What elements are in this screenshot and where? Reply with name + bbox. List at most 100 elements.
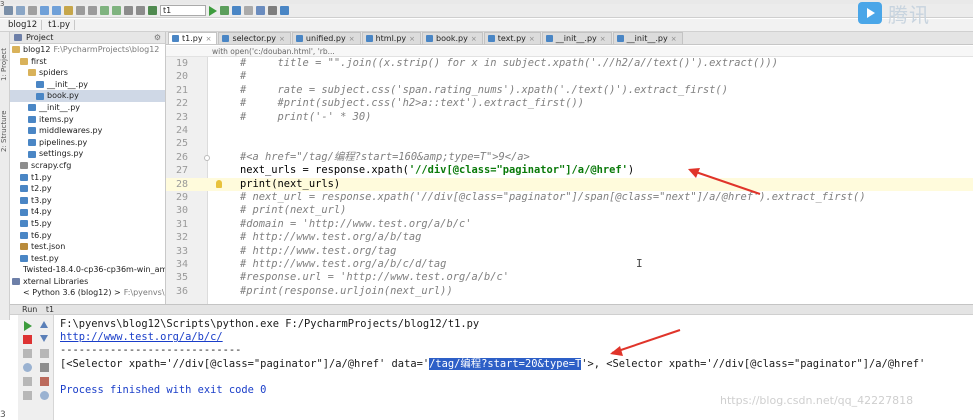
project-view-select[interactable]: Project — [26, 33, 53, 42]
editor-tab[interactable]: html.py × — [361, 32, 422, 44]
close-tab-icon[interactable]: × — [471, 35, 477, 43]
tree-item[interactable]: scrapy.cfg — [10, 160, 165, 172]
close-tab-icon[interactable]: × — [279, 35, 285, 43]
vcs-icon[interactable] — [256, 6, 265, 15]
tree-item[interactable]: spiders — [10, 67, 165, 79]
editor-tab[interactable]: __init__.py × — [541, 32, 612, 44]
python-file-icon — [36, 81, 44, 89]
redo-icon[interactable] — [52, 6, 61, 15]
tree-item[interactable]: t2.py — [10, 183, 165, 195]
soft-wrap-icon[interactable] — [40, 349, 49, 358]
tree-item[interactable]: Twisted-18.4.0-cp36-cp36m-win_amd64.whl — [10, 264, 165, 276]
editor-tab[interactable]: t1.py × — [168, 32, 218, 44]
tree-item[interactable]: blog12 F:\PycharmProjects\blog12 — [10, 44, 165, 56]
replace-icon[interactable] — [112, 6, 121, 15]
close-tab-icon[interactable]: × — [671, 35, 677, 43]
line-number: 35 — [175, 272, 188, 284]
code-text: #print(response.urljoin(next_url)) — [240, 284, 453, 297]
code-editor[interactable]: 19 # title = "".join((x.strip() for x in … — [166, 57, 973, 304]
editor-tab[interactable]: text.py × — [483, 32, 541, 44]
find-icon[interactable] — [100, 6, 109, 15]
pause-icon[interactable] — [23, 349, 32, 358]
line-number: 32 — [175, 232, 188, 244]
paste-icon[interactable] — [88, 6, 97, 15]
settings-icon[interactable] — [268, 6, 277, 15]
tree-item[interactable]: t4.py — [10, 206, 165, 218]
debug-icon[interactable] — [220, 6, 229, 15]
stop-icon[interactable] — [244, 6, 253, 15]
pin-icon[interactable] — [23, 363, 32, 372]
fold-marker-icon[interactable] — [204, 154, 210, 161]
help-icon[interactable] — [40, 391, 49, 400]
tree-item[interactable]: t1.py — [10, 172, 165, 184]
close-tab-icon[interactable]: × — [206, 35, 212, 43]
editor-tab[interactable]: book.py × — [422, 32, 483, 44]
tree-item[interactable]: test.json — [10, 241, 165, 253]
run-panel-title[interactable]: Run — [22, 305, 37, 314]
code-line: 35 #response.url = 'http://www.test.org/a… — [166, 271, 973, 284]
tree-item[interactable]: t3.py — [10, 195, 165, 207]
tree-item[interactable]: t6.py — [10, 230, 165, 242]
python-file-icon — [28, 104, 36, 112]
console-link[interactable]: http://www.test.org/a/b/c/ — [60, 331, 223, 343]
tree-item[interactable]: __init__.py — [10, 102, 165, 114]
editor-tab[interactable]: unified.py × — [291, 32, 361, 44]
tree-item[interactable]: test.py — [10, 253, 165, 265]
tree-item[interactable]: first — [10, 56, 165, 68]
forward-icon[interactable] — [136, 6, 145, 15]
tree-item[interactable]: t5.py — [10, 218, 165, 230]
tree-item-label: settings.py — [39, 149, 84, 159]
undo-icon[interactable] — [40, 6, 49, 15]
stop-icon[interactable] — [23, 335, 32, 344]
python-file-icon — [20, 220, 28, 228]
print-icon[interactable] — [40, 363, 49, 372]
restore-layout-icon[interactable] — [23, 377, 32, 386]
copy-icon[interactable] — [76, 6, 85, 15]
close-run-icon[interactable] — [23, 391, 32, 400]
help-icon[interactable] — [280, 6, 289, 15]
run-config-select[interactable]: t1 — [160, 5, 206, 16]
coverage-icon[interactable] — [232, 6, 241, 15]
cut-icon[interactable] — [64, 6, 73, 15]
line-number: 21 — [175, 84, 188, 96]
sync-icon[interactable] — [28, 6, 37, 15]
tree-item[interactable]: __init__.py — [10, 79, 165, 91]
structure-tool-tab[interactable]: 2: Structure — [0, 100, 10, 162]
tree-item[interactable]: < Python 3.6 (blog12) >F:\pyenvs\blog12 — [10, 287, 165, 299]
python-file-icon — [426, 35, 434, 42]
console-line: http://www.test.org/a/b/c/ — [60, 331, 223, 344]
tree-item[interactable]: book.py — [10, 90, 165, 102]
video-logo: 腾讯 — [858, 0, 973, 27]
close-tab-icon[interactable]: × — [600, 35, 606, 43]
intention-bulb-icon[interactable] — [216, 179, 222, 188]
breadcrumb-file[interactable]: t1.py — [44, 20, 76, 30]
open-icon[interactable] — [4, 6, 13, 15]
scroll-down-icon[interactable] — [40, 335, 48, 342]
save-icon[interactable] — [16, 6, 25, 15]
close-tab-icon[interactable]: × — [349, 35, 355, 43]
editor-breadcrumb[interactable]: with open('c:/douban.html', 'rb... — [166, 46, 973, 57]
panel-settings-icon[interactable]: ⚙ — [154, 33, 161, 42]
rerun-icon[interactable] — [24, 321, 32, 331]
run-icon[interactable] — [209, 5, 217, 16]
tree-item[interactable]: settings.py — [10, 148, 165, 160]
run-config-tab[interactable]: t1 — [46, 305, 54, 314]
run-panel-header: Run t1 — [10, 304, 973, 315]
project-tool-tab[interactable]: 1: Project — [0, 36, 10, 94]
breadcrumb-project[interactable]: blog12 — [4, 20, 43, 30]
scroll-up-icon[interactable] — [40, 321, 48, 328]
tree-item[interactable]: xternal Libraries — [10, 276, 165, 288]
folder-icon — [20, 57, 28, 65]
tree-item-label: __init__.py — [39, 102, 81, 112]
build-icon[interactable] — [148, 6, 157, 15]
back-icon[interactable] — [124, 6, 133, 15]
clear-console-icon[interactable] — [40, 377, 49, 386]
tree-item[interactable]: middlewares.py — [10, 125, 165, 137]
editor-tab[interactable]: selector.py × — [218, 32, 291, 44]
line-number: 19 — [175, 58, 188, 69]
tree-item[interactable]: items.py — [10, 114, 165, 126]
editor-tab[interactable]: __init__.py × — [612, 32, 683, 44]
close-tab-icon[interactable]: × — [409, 35, 415, 43]
close-tab-icon[interactable]: × — [529, 35, 535, 43]
tree-item[interactable]: pipelines.py — [10, 137, 165, 149]
